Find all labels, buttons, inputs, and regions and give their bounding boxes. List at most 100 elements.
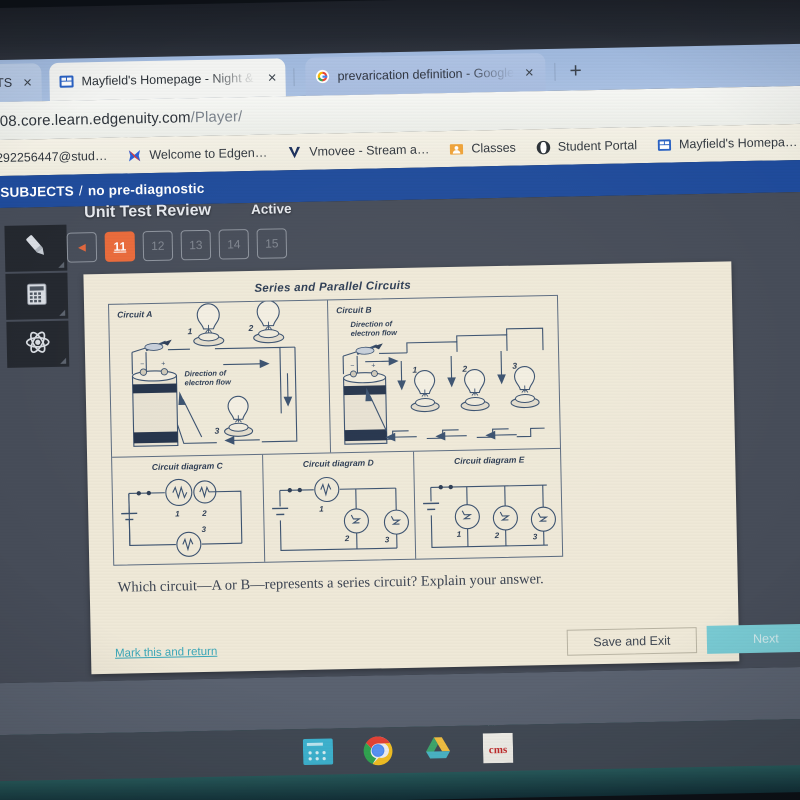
action-button-row: Save and Exit Next bbox=[566, 623, 800, 657]
bulb-2 bbox=[460, 368, 490, 412]
address-bar-url: s://r08.core.learn.edgenuity.com/Player/ bbox=[0, 108, 242, 130]
resistor-number-1: 1 bbox=[319, 505, 324, 514]
bulb-number-2: 2 bbox=[461, 364, 467, 374]
browser-tab-3[interactable]: prevarication definition - Google × bbox=[305, 53, 546, 96]
question-text: Which circuit—A or B—represents a series… bbox=[117, 571, 544, 596]
circuit-diagram-e-drawing: 1 2 3 bbox=[423, 484, 556, 548]
calculator-icon bbox=[24, 281, 51, 313]
circuit-diagram-d-cell: Circuit diagram D 1 2 3 bbox=[262, 451, 416, 562]
bulb-1 bbox=[410, 369, 440, 413]
bookmark-label: Student Portal bbox=[557, 138, 638, 154]
bookmark-label: Classes bbox=[471, 140, 516, 156]
bookmark-item-2[interactable]: Vmovee - Stream a… bbox=[287, 142, 430, 160]
bulb-3 bbox=[510, 365, 540, 409]
browser-tab-1[interactable]: JECTS × bbox=[0, 63, 42, 104]
new-tab-button[interactable]: + bbox=[569, 59, 582, 82]
calculator-tool-button[interactable] bbox=[5, 272, 69, 320]
resistor-number-3: 3 bbox=[385, 535, 390, 544]
highlighter-tool-button[interactable] bbox=[4, 224, 68, 272]
circuit-b-cell: Circuit B Direction of electron flow − +… bbox=[326, 295, 561, 453]
cms-app-label: cms bbox=[489, 744, 508, 756]
close-icon[interactable]: × bbox=[525, 64, 534, 81]
pager-page-15[interactable]: 15 bbox=[256, 228, 288, 259]
browser-tab-2-label: Mayfield's Homepage - Night & t bbox=[81, 70, 257, 89]
pager-page-13[interactable]: 13 bbox=[180, 229, 212, 261]
svg-text:−: − bbox=[140, 361, 144, 368]
resistor-number-3: 3 bbox=[201, 525, 206, 534]
bulb-number-3: 3 bbox=[214, 426, 219, 436]
assignment-title: Unit Test Review bbox=[84, 201, 212, 222]
pager-page-12[interactable]: 12 bbox=[142, 230, 174, 262]
circuit-b-label: Circuit B bbox=[336, 304, 372, 316]
tab-divider bbox=[554, 62, 556, 81]
google-drive-app-icon[interactable] bbox=[423, 734, 454, 765]
periodic-table-tool-button[interactable] bbox=[6, 320, 70, 368]
circuit-a-label: Circuit A bbox=[117, 308, 153, 320]
x-mark-icon bbox=[127, 148, 142, 163]
circuit-a-cell: Circuit A − + 1 2 3 Direction of electro… bbox=[109, 300, 330, 456]
assignment-header: Unit Test Review Active bbox=[84, 200, 292, 222]
bookmark-item-5[interactable]: Mayfield's Homepa… bbox=[657, 134, 798, 152]
circuit-diagram-e-cell: Circuit diagram E 1 2 3 bbox=[413, 448, 567, 559]
browser-tab-3-label: prevarication definition - Google bbox=[337, 65, 515, 84]
classes-icon bbox=[449, 141, 464, 156]
svg-text:−: − bbox=[350, 363, 354, 370]
mark-and-return-link[interactable]: Mark this and return bbox=[115, 646, 217, 660]
circuit-a-flow-label: Direction of electron flow bbox=[184, 368, 231, 388]
chromebook-screen: JECTS × Mayfield's Homepage - Night & t … bbox=[0, 0, 800, 800]
bulb-number-3: 3 bbox=[512, 361, 517, 371]
close-icon[interactable]: × bbox=[23, 74, 32, 91]
worksheet-image: Series and Parallel Circuits Circuit A −… bbox=[108, 277, 567, 566]
question-card: Series and Parallel Circuits Circuit A −… bbox=[83, 261, 800, 675]
url-host: s://r08.core.learn.edgenuity.com bbox=[0, 108, 191, 131]
tab-divider bbox=[293, 68, 295, 87]
resistor-number-3: 3 bbox=[533, 532, 538, 541]
screen-photo: JECTS × Mayfield's Homepage - Night & t … bbox=[0, 0, 800, 800]
tool-rail bbox=[4, 224, 70, 370]
save-and-exit-button[interactable]: Save and Exit bbox=[566, 627, 698, 656]
resistor-number-1: 1 bbox=[457, 530, 462, 539]
breadcrumb-course[interactable]: ALL SUBJECTS bbox=[0, 183, 74, 200]
pager-page-14[interactable]: 14 bbox=[218, 229, 250, 260]
bulb-3 bbox=[224, 395, 254, 437]
v-letter-icon bbox=[287, 144, 302, 159]
resistor-number-2: 2 bbox=[344, 534, 350, 543]
edgenuity-icon bbox=[657, 137, 672, 152]
atom-icon bbox=[23, 328, 52, 362]
assignment-body: Unit Test Review Active ◀ 11 12 13 14 15… bbox=[0, 191, 800, 733]
bulb-number-1: 1 bbox=[412, 365, 417, 375]
edgenuity-icon bbox=[58, 73, 74, 89]
assignment-status: Active bbox=[250, 201, 292, 217]
bulb-2 bbox=[253, 300, 285, 344]
switch bbox=[355, 343, 383, 355]
pager-page-11[interactable]: 11 bbox=[104, 231, 136, 262]
breadcrumb-separator: / bbox=[78, 182, 84, 198]
browser-tab-2[interactable]: Mayfield's Homepage - Night & t × bbox=[49, 58, 286, 101]
launcher-app-icon[interactable] bbox=[302, 736, 334, 767]
bulb-number-2: 2 bbox=[247, 323, 253, 333]
worksheet-row-top: Circuit A − + 1 2 3 Direction of electro… bbox=[109, 295, 561, 457]
bookmark-item-4[interactable]: Student Portal bbox=[536, 138, 637, 155]
next-button[interactable]: Next bbox=[706, 623, 800, 654]
bookmark-item-0[interactable]: 5292256447@stud… bbox=[0, 148, 108, 166]
circuit-b-flow-label: Direction of electron flow bbox=[350, 319, 398, 339]
browser-tab-1-label: JECTS bbox=[0, 75, 13, 91]
resistor-number-2: 2 bbox=[201, 509, 207, 518]
worksheet-row-bottom: Circuit diagram C 1 2 3 Circuit diagram … bbox=[112, 447, 567, 565]
cms-app-icon[interactable]: cms bbox=[482, 732, 514, 764]
bookmark-item-1[interactable]: Welcome to Edgen… bbox=[127, 145, 267, 163]
pencil-icon bbox=[21, 230, 52, 266]
close-icon[interactable]: × bbox=[268, 69, 277, 86]
battery: − + bbox=[342, 363, 388, 445]
bookmark-item-3[interactable]: Classes bbox=[449, 140, 516, 156]
worksheet-frame: Circuit A − + 1 2 3 Direction of electro… bbox=[108, 294, 567, 566]
chrome-app-icon[interactable] bbox=[363, 735, 394, 766]
circuit-diagram-c-cell: Circuit diagram C 1 2 3 bbox=[112, 455, 264, 565]
pager-prev-button[interactable]: ◀ bbox=[66, 232, 98, 263]
battery: − + bbox=[131, 361, 179, 447]
question-pager: ◀ 11 12 13 14 15 bbox=[66, 228, 288, 263]
url-path: /Player/ bbox=[190, 107, 243, 126]
bookmark-label: 5292256447@stud… bbox=[0, 148, 108, 166]
bulb-1 bbox=[193, 303, 225, 347]
resistor-number-2: 2 bbox=[494, 531, 500, 540]
